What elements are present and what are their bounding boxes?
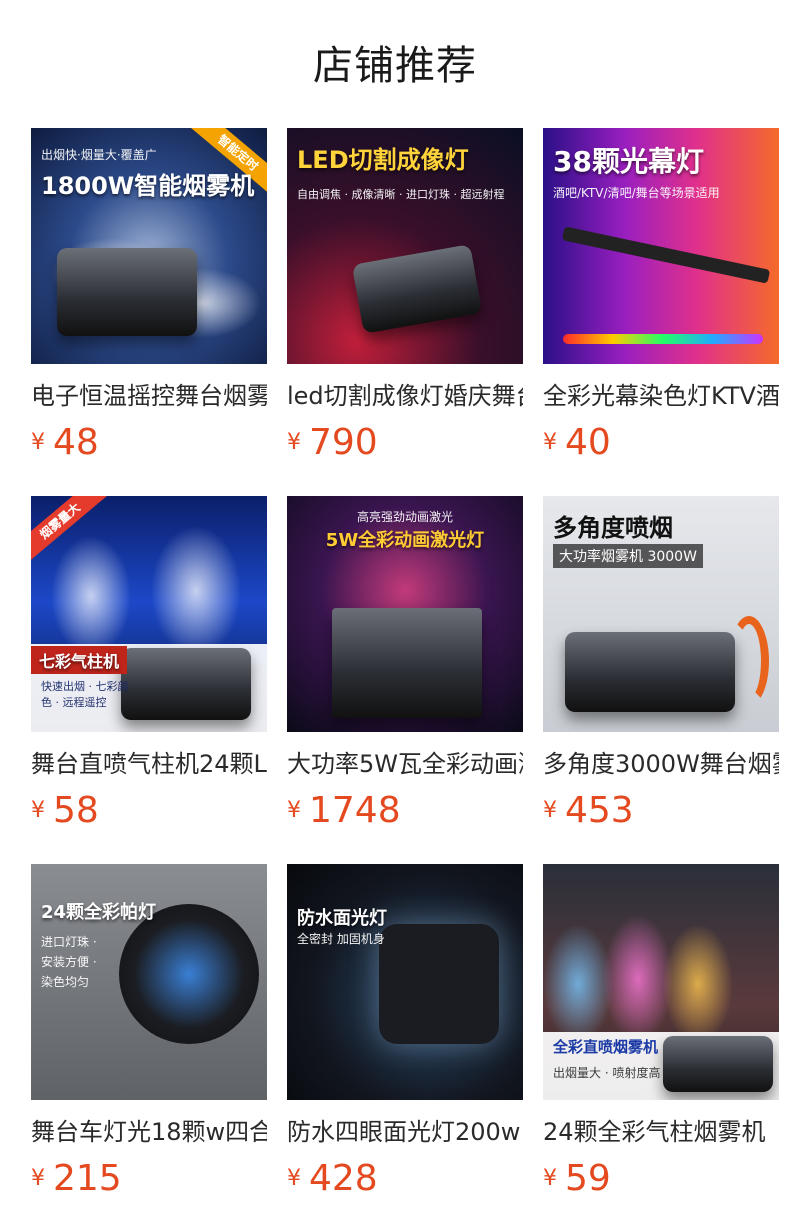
price-amount: 40 [565,422,611,463]
price-amount: 59 [565,1158,611,1199]
price-amount: 790 [309,422,378,463]
currency-symbol: ¥ [31,1166,45,1191]
price-amount: 215 [53,1158,122,1199]
recommendation-grid: 智能定时 出烟快·烟量大·覆盖广 1800W智能烟雾机 电子恒温摇控舞台烟雾机 … [0,0,790,1232]
product-price: ¥428 [287,1158,523,1199]
currency-symbol: ¥ [31,798,45,823]
image-subline: 快速出烟 · 七彩颜色 · 远程遥控 [41,680,129,709]
product-price: ¥40 [543,422,779,463]
product-price: ¥215 [31,1158,267,1199]
price-amount: 48 [53,422,99,463]
product-name[interactable]: 舞台直喷气柱机24颗LED [31,748,267,780]
image-subline: 酒吧/KTV/清吧/舞台等场景适用 [553,186,720,200]
currency-symbol: ¥ [543,430,557,455]
image-headline: 防水面光灯 [297,908,387,929]
product-name[interactable]: 24颗全彩气柱烟雾机 [543,1116,779,1148]
product-image[interactable]: 多角度喷烟 大功率烟雾机 3000W [543,496,779,732]
price-amount: 58 [53,790,99,831]
product-image[interactable]: 防水面光灯 全密封 加固机身 [287,864,523,1100]
price-amount: 428 [309,1158,378,1199]
product-card[interactable]: 智能定时 出烟快·烟量大·覆盖广 1800W智能烟雾机 电子恒温摇控舞台烟雾机 … [31,128,267,463]
image-subline: 出烟量大 · 喷射度高 [553,1066,661,1080]
currency-symbol: ¥ [287,430,301,455]
product-name[interactable]: 电子恒温摇控舞台烟雾机 [31,380,267,412]
product-image[interactable]: 24颗全彩帕灯 进口灯珠 · 安装方便 · 染色均匀 [31,864,267,1100]
product-name[interactable]: 舞台车灯光18颗w四合一帕灯 [31,1116,267,1148]
image-headline: 24颗全彩帕灯 [41,902,157,923]
image-subline: 出烟快·烟量大·覆盖广 [41,148,157,162]
product-image[interactable]: 烟雾量大 七彩气柱机 快速出烟 · 七彩颜色 · 远程遥控 [31,496,267,732]
image-headline: 七彩气柱机 [31,646,128,674]
product-card[interactable]: LED切割成像灯 自由调焦 · 成像清晰 · 进口灯珠 · 超远射程 led切割… [287,128,523,463]
image-subline: 全密封 加固机身 [297,932,385,946]
image-headline: 38颗光幕灯 [553,145,704,178]
product-image[interactable]: 高亮强劲动画激光 5W全彩动画激光灯 [287,496,523,732]
product-image[interactable]: 38颗光幕灯 酒吧/KTV/清吧/舞台等场景适用 [543,128,779,364]
product-price: ¥59 [543,1158,779,1199]
product-name[interactable]: 全彩光幕染色灯KTV酒吧灯 [543,380,779,412]
image-subline: 大功率烟雾机 3000W [553,544,703,568]
product-card[interactable]: 多角度喷烟 大功率烟雾机 3000W 多角度3000W舞台烟雾机 ¥453 [543,496,779,831]
currency-symbol: ¥ [287,1166,301,1191]
product-name[interactable]: 大功率5W瓦全彩动画激光灯 [287,748,523,780]
currency-symbol: ¥ [287,798,301,823]
product-price: ¥58 [31,790,267,831]
product-card[interactable]: 防水面光灯 全密封 加固机身 防水四眼面光灯200w ¥428 [287,864,523,1199]
image-subline: 进口灯珠 · 安装方便 · 染色均匀 [41,935,97,989]
product-image[interactable]: 全彩直喷烟雾机 出烟量大 · 喷射度高 [543,864,779,1100]
image-headline: LED切割成像灯 [297,146,469,174]
image-headline: 5W全彩动画激光灯 [325,530,485,551]
price-amount: 1748 [309,790,401,831]
product-card[interactable]: 烟雾量大 七彩气柱机 快速出烟 · 七彩颜色 · 远程遥控 舞台直喷气柱机24颗… [31,496,267,831]
product-image[interactable]: 智能定时 出烟快·烟量大·覆盖广 1800W智能烟雾机 [31,128,267,364]
product-card[interactable]: 全彩直喷烟雾机 出烟量大 · 喷射度高 24颗全彩气柱烟雾机 ¥59 [543,864,779,1199]
product-price: ¥48 [31,422,267,463]
product-price: ¥790 [287,422,523,463]
currency-symbol: ¥ [31,430,45,455]
image-subline: 高亮强劲动画激光 [356,510,453,524]
product-name[interactable]: 多角度3000W舞台烟雾机 [543,748,779,780]
currency-symbol: ¥ [543,1166,557,1191]
product-card[interactable]: 24颗全彩帕灯 进口灯珠 · 安装方便 · 染色均匀 舞台车灯光18颗w四合一帕… [31,864,267,1199]
image-headline: 1800W智能烟雾机 [41,172,255,200]
product-image[interactable]: LED切割成像灯 自由调焦 · 成像清晰 · 进口灯珠 · 超远射程 [287,128,523,364]
price-amount: 453 [565,790,634,831]
product-card[interactable]: 高亮强劲动画激光 5W全彩动画激光灯 大功率5W瓦全彩动画激光灯 ¥1748 [287,496,523,831]
product-name[interactable]: 防水四眼面光灯200w [287,1116,523,1148]
image-headline: 全彩直喷烟雾机 [553,1038,659,1056]
image-headline: 多角度喷烟 [553,514,673,542]
product-price: ¥1748 [287,790,523,831]
currency-symbol: ¥ [543,798,557,823]
product-name[interactable]: led切割成像灯婚庆舞台灯 [287,380,523,412]
product-price: ¥453 [543,790,779,831]
product-card[interactable]: 38颗光幕灯 酒吧/KTV/清吧/舞台等场景适用 全彩光幕染色灯KTV酒吧灯 ¥… [543,128,779,463]
image-subline: 自由调焦 · 成像清晰 · 进口灯珠 · 超远射程 [297,188,505,201]
